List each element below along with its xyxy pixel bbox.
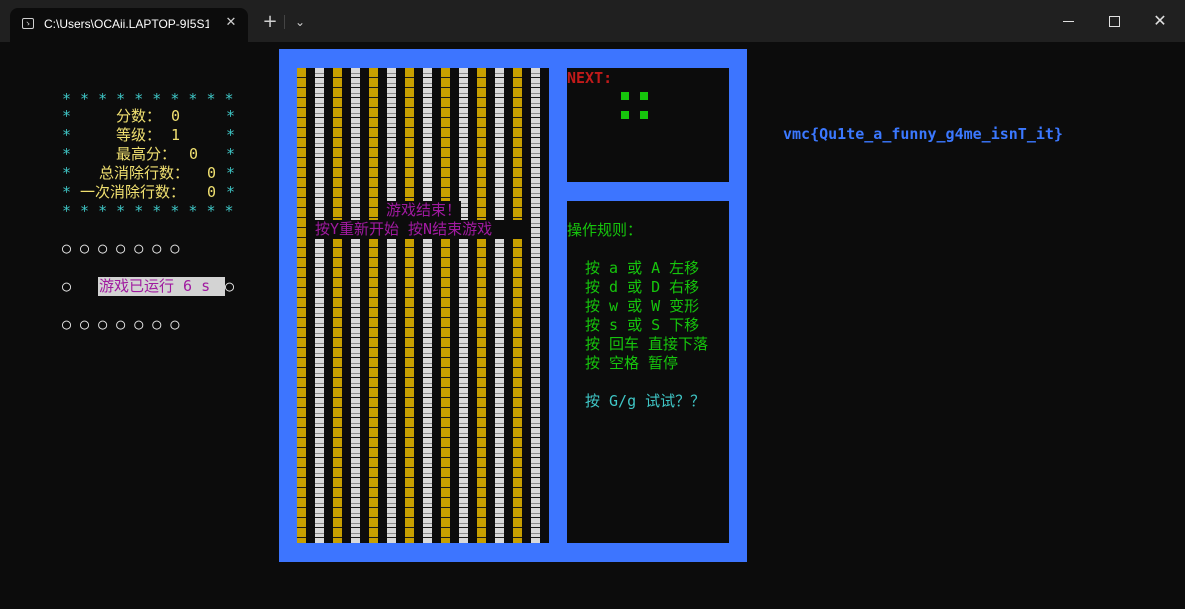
game-board [297, 68, 549, 543]
rule-item: 按 w 或 W 变形 [585, 297, 700, 315]
star-right: * [226, 164, 236, 182]
once-lines-value: 0 [207, 183, 217, 201]
score-label: 分数： [116, 107, 162, 125]
board-stripe [315, 68, 324, 543]
close-button[interactable]: ✕ [1140, 8, 1180, 34]
tab-close-icon[interactable]: ✕ [222, 14, 240, 32]
board-stripe [513, 68, 522, 543]
maximize-icon [1108, 15, 1120, 27]
next-label: NEXT: [567, 69, 613, 87]
tab-title: C:\Users\OCAii.LAPTOP-9I5S1I [44, 17, 209, 31]
star-left: * [62, 145, 72, 163]
game-over-title: 游戏结束！ [386, 201, 462, 220]
star-right: * [226, 126, 236, 144]
board-stripe [297, 68, 306, 543]
level-label: 等级： [116, 126, 162, 144]
chevron-down-icon[interactable]: ⌄ [290, 12, 310, 32]
rule-item: 按 s 或 S 下移 [585, 316, 700, 334]
runtime-text: 游戏已运行 6 s [99, 277, 211, 295]
stars-bottom: * * * * * * * * * * [62, 202, 234, 220]
once-lines-label: 一次消除行数： [80, 183, 186, 201]
title-bar: C:\Users\OCAii.LAPTOP-9I5S1I ✕ + ⌄ ✕ [0, 0, 1185, 42]
star-right: * [226, 183, 236, 201]
total-lines-value: 0 [207, 164, 217, 182]
game-over-prompt: 按Y重新开始 按N结束游戏 [315, 220, 522, 239]
star-right: * [226, 145, 236, 163]
board-stripe [459, 68, 468, 543]
next-block-cell [640, 111, 648, 119]
next-block-cell [621, 92, 629, 100]
tab-separator [284, 15, 285, 29]
board-stripe [333, 68, 342, 543]
board-stripe [405, 68, 414, 543]
rule-hint: 按 G/g 试试？？ [585, 392, 706, 410]
board-stripe [351, 68, 360, 543]
star-left: * [62, 126, 72, 144]
star-left: * [62, 164, 72, 182]
new-tab-button[interactable]: + [260, 12, 280, 32]
board-stripe [495, 68, 504, 543]
next-block-cell [621, 111, 629, 119]
next-block-cell [640, 92, 648, 100]
board-stripe [423, 68, 432, 543]
score-value: 0 [171, 107, 181, 125]
board-stripe [477, 68, 486, 543]
board-stripe [441, 68, 450, 543]
terminal-tab[interactable]: C:\Users\OCAii.LAPTOP-9I5S1I ✕ [10, 8, 248, 42]
star-right: * [226, 107, 236, 125]
minimize-icon [1062, 20, 1074, 22]
board-stripe [387, 68, 396, 543]
board-stripe [369, 68, 378, 543]
high-score-label: 最高分： [116, 145, 177, 163]
circle-left: ○ [62, 277, 72, 295]
level-value: 1 [171, 126, 181, 144]
rule-item: 按 a 或 A 左移 [585, 259, 700, 277]
circles-top: ○ ○ ○ ○ ○ ○ ○ [62, 239, 180, 257]
high-score-value: 0 [189, 145, 199, 163]
circles-bottom: ○ ○ ○ ○ ○ ○ ○ [62, 315, 180, 333]
star-left: * [62, 183, 72, 201]
total-lines-label: 总消除行数： [99, 164, 190, 182]
rule-item: 按 d 或 D 右移 [585, 278, 700, 296]
terminal-icon [22, 18, 34, 29]
rules-title: 操作规则： [567, 221, 643, 239]
flag-text: vmc{Qu1te_a_funny_g4me_isnT_it} [783, 125, 1063, 143]
rule-item: 按 空格 暂停 [585, 354, 679, 372]
board-stripe [531, 68, 540, 543]
circle-right: ○ [225, 277, 235, 295]
minimize-button[interactable] [1048, 8, 1088, 34]
rule-item: 按 回车 直接下落 [585, 335, 709, 353]
star-left: * [62, 107, 72, 125]
maximize-button[interactable] [1094, 8, 1134, 34]
